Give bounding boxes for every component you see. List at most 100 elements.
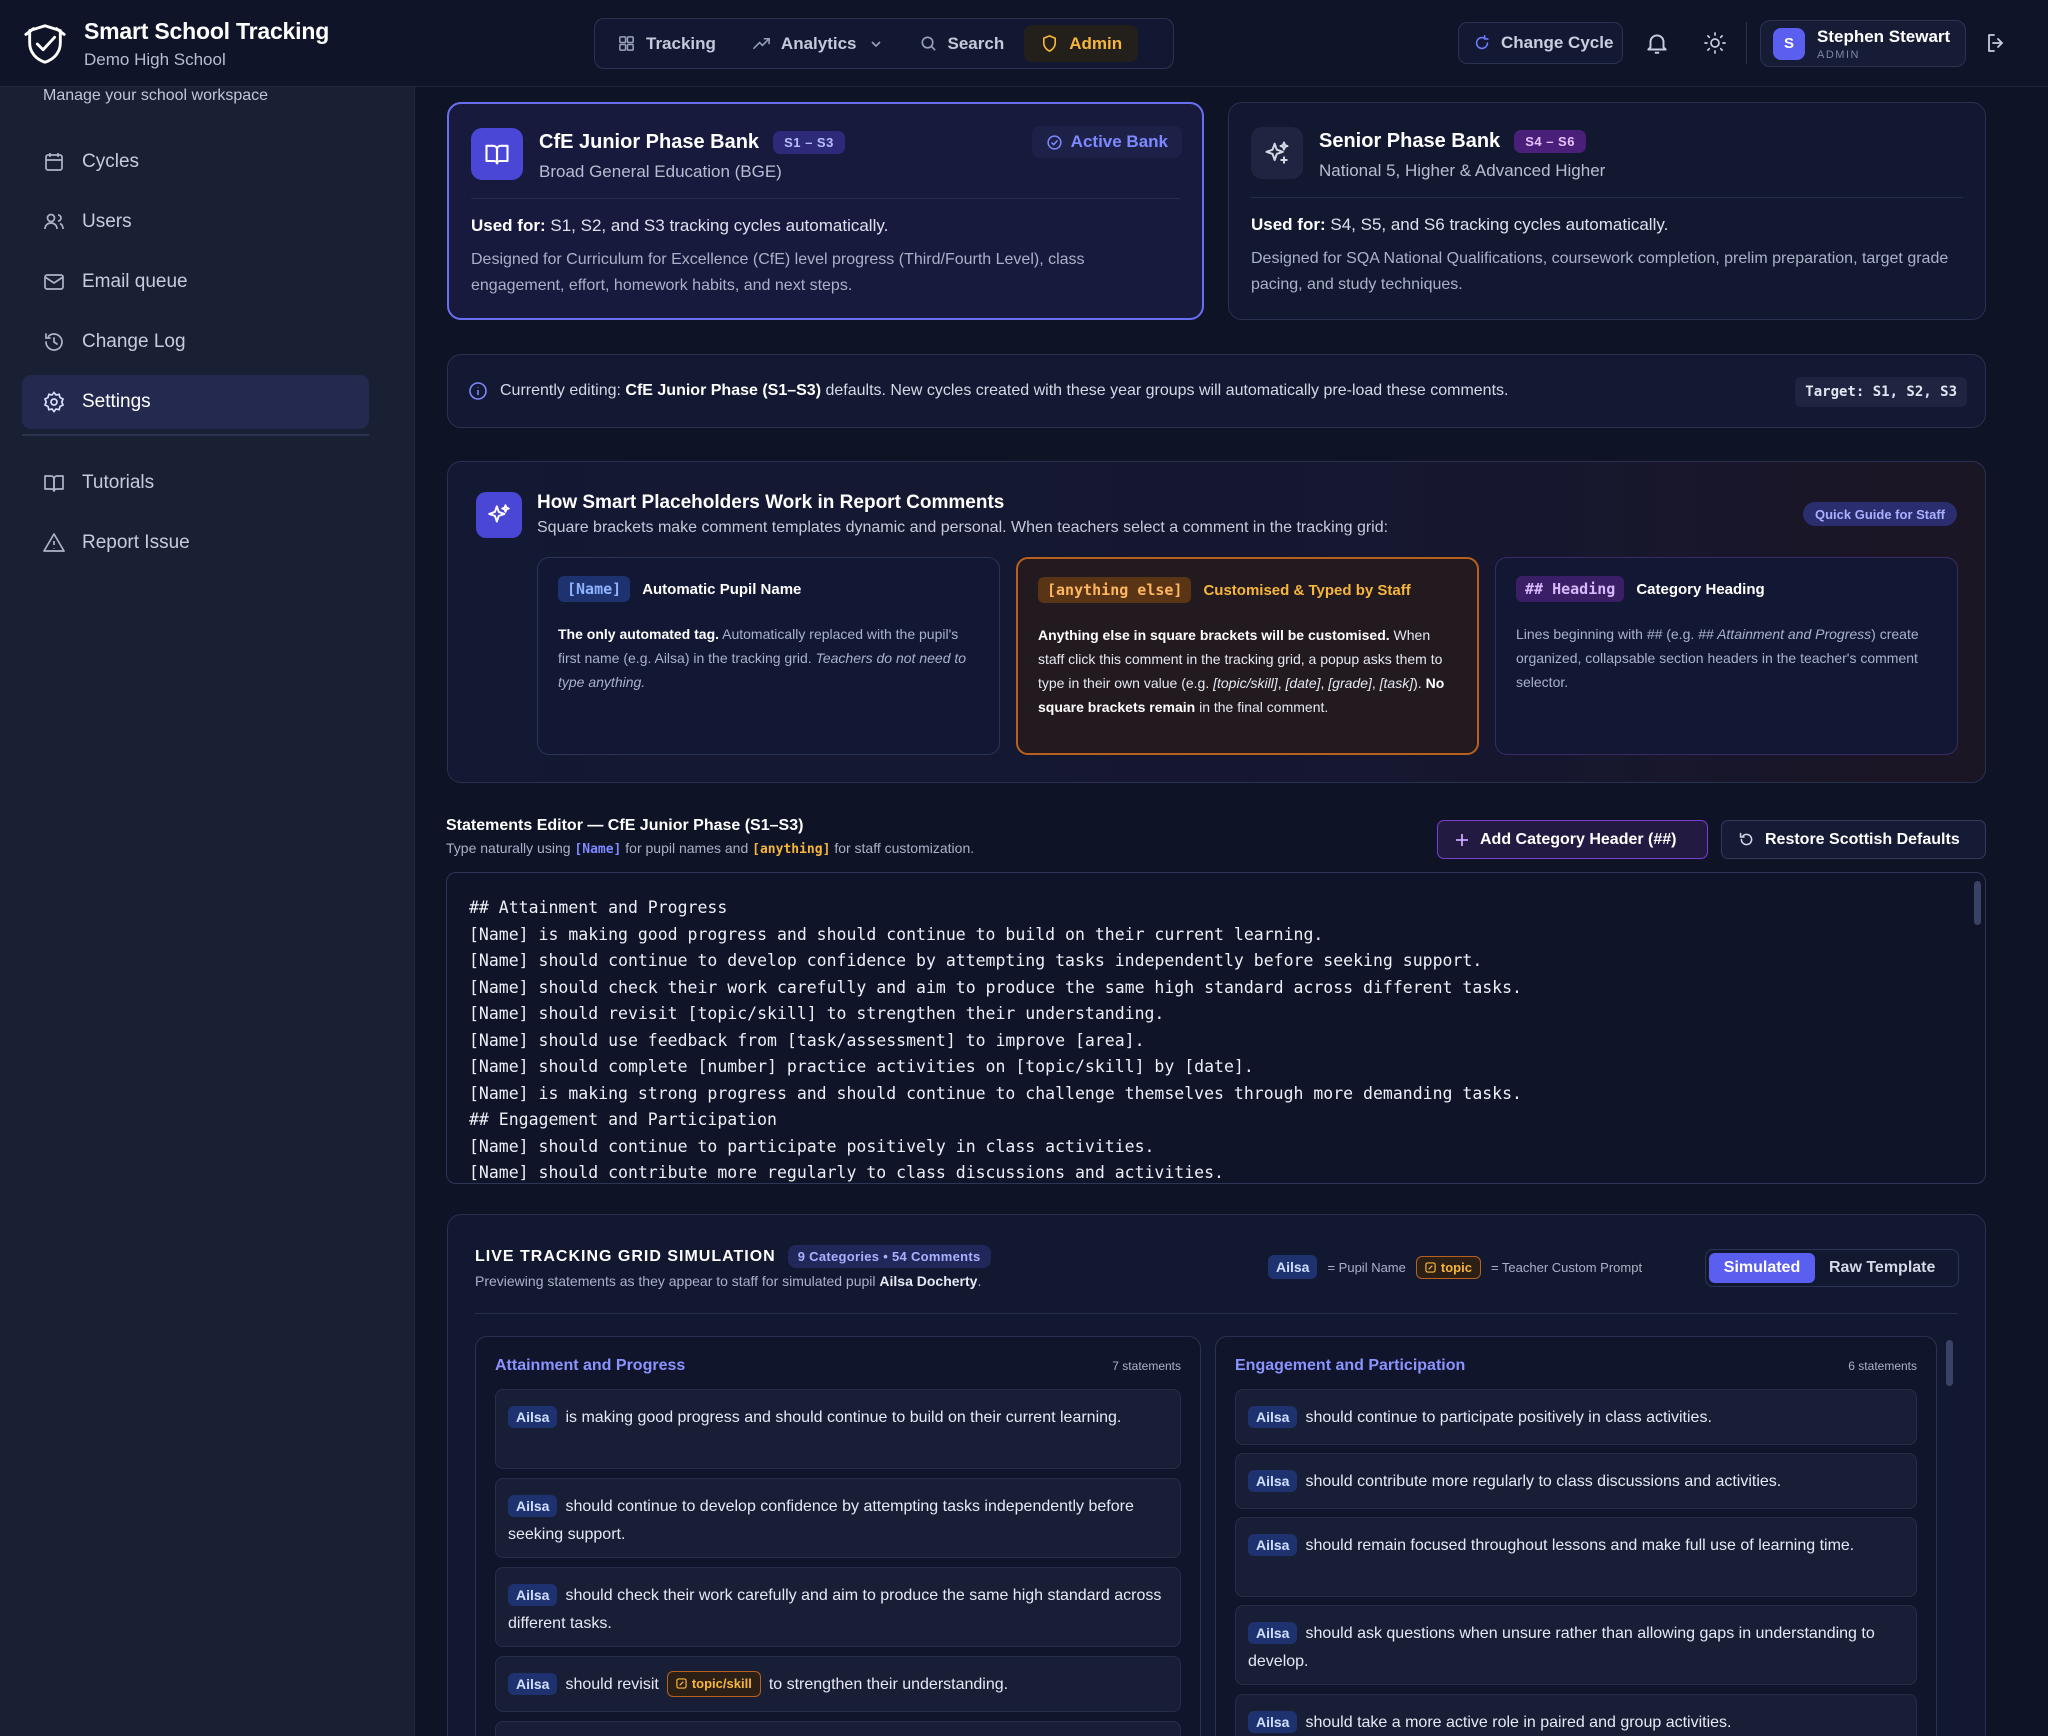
text: in the final comment. bbox=[1195, 699, 1329, 715]
text: . bbox=[977, 1273, 982, 1289]
legend: Ailsa = Pupil Name topic = Teacher Custo… bbox=[1268, 1255, 1642, 1279]
workspace-caption: Manage your school workspace bbox=[43, 87, 269, 104]
user-menu[interactable]: S Stephen Stewart ADMIN bbox=[1760, 20, 1966, 67]
text-italic: [grade] bbox=[1328, 675, 1372, 691]
statement-item[interactable]: Ailsa should continue to participate posi… bbox=[1235, 1389, 1917, 1445]
restore-icon bbox=[1739, 832, 1753, 846]
nav-tracking[interactable]: Tracking bbox=[601, 25, 732, 62]
sidebar-item-users[interactable]: Users bbox=[22, 195, 369, 249]
statement-item[interactable]: Ailsa should revisit topic/skill to strengt… bbox=[495, 1656, 1181, 1712]
avatar: S bbox=[1773, 27, 1805, 60]
editor-line: [Name] should contribute more regularly … bbox=[469, 1163, 1224, 1182]
plus-icon bbox=[1456, 833, 1468, 846]
name-tag: [Name] bbox=[558, 576, 631, 602]
pupil-chip: Ailsa bbox=[508, 1495, 558, 1517]
logout-icon[interactable] bbox=[1984, 31, 2008, 55]
nav-admin-label: Admin bbox=[1069, 33, 1123, 53]
editor-line: [Name] is making strong progress and sho… bbox=[469, 1083, 1522, 1103]
shield-icon bbox=[1043, 35, 1057, 52]
anything-tag: [anything else] bbox=[1038, 577, 1192, 603]
sidebar-item-email-queue[interactable]: Email queue bbox=[22, 255, 369, 309]
statement-item[interactable]: Ailsa should remain focused throughout le… bbox=[1235, 1517, 1917, 1597]
senior-bank-subtitle: National 5, Higher & Advanced Higher bbox=[1319, 161, 1606, 180]
guide-card-heading: ## Heading Category Heading Lines beginni… bbox=[1495, 557, 1958, 755]
guide-card-label: Automatic Pupil Name bbox=[642, 580, 802, 598]
editor-line: ## Attainment and Progress bbox=[469, 898, 728, 917]
text: (e.g. bbox=[1662, 626, 1699, 642]
nav-search-label: Search bbox=[947, 33, 1005, 53]
sun-icon[interactable] bbox=[1703, 31, 1727, 55]
guide-card-body: Lines beginning with ## (e.g. ## Attainm… bbox=[1516, 622, 1937, 694]
statement-text: to strengthen their understanding. bbox=[768, 1676, 1009, 1693]
editor-scrollbar[interactable] bbox=[1974, 881, 1981, 925]
trend-icon bbox=[753, 37, 770, 50]
pupil-chip: Ailsa bbox=[1248, 1470, 1298, 1492]
statement-item[interactable]: Ailsa should take a more active role in p… bbox=[1235, 1694, 1917, 1736]
nav-analytics[interactable]: Analytics bbox=[736, 25, 899, 62]
restore-defaults-button[interactable]: Restore Scottish Defaults bbox=[1721, 820, 1986, 859]
senior-description: Designed for SQA National Qualifications… bbox=[1251, 250, 1949, 293]
school-name: Demo High School bbox=[84, 50, 226, 69]
text-italic: ## bbox=[1646, 626, 1663, 642]
legend-topic-chip: topic bbox=[1415, 1255, 1481, 1279]
raw-template-toggle[interactable]: Raw Template bbox=[1815, 1259, 1935, 1277]
add-category-header-button[interactable]: Add Category Header (##) bbox=[1437, 820, 1708, 859]
pupil-chip: Ailsa bbox=[1248, 1534, 1298, 1556]
sidebar-item-change-log[interactable]: Change Log bbox=[22, 315, 369, 369]
simulation-title: LIVE TRACKING GRID SIMULATION bbox=[475, 1247, 776, 1265]
editing-phase: CfE Junior Phase (S1–S3) bbox=[625, 382, 822, 399]
editor-subtitle: Type naturally using [Name] for pupil na… bbox=[446, 840, 974, 857]
editor-title: Statements Editor — CfE Junior Phase (S1… bbox=[446, 817, 804, 834]
nav-admin[interactable]: Admin bbox=[1024, 25, 1139, 62]
sidebar-divider bbox=[22, 434, 369, 436]
topic-chip[interactable]: topic/skill bbox=[666, 1670, 761, 1697]
guide-card-label: Customised & Typed by Staff bbox=[1203, 581, 1411, 599]
statement-item[interactable]: Ailsa should ask questions when unsure ra… bbox=[1235, 1605, 1917, 1685]
divider bbox=[475, 1313, 1958, 1314]
anything-token: [anything] bbox=[752, 842, 831, 857]
text-italic: ## Attainment and Progress bbox=[1698, 626, 1872, 642]
pupil-chip: Ailsa bbox=[1248, 1406, 1298, 1428]
guide-card-body: Anything else in square brackets will be… bbox=[1038, 623, 1457, 719]
change-cycle-label: Change Cycle bbox=[1501, 33, 1614, 52]
sidebar-item-cycles[interactable]: Cycles bbox=[22, 135, 369, 189]
statements-textarea[interactable]: ## Attainment and Progress [Name] is mak… bbox=[446, 872, 1986, 1184]
heading-tag: ## Heading bbox=[1516, 576, 1625, 602]
sidebar-item-settings[interactable]: Settings bbox=[22, 375, 369, 429]
pupil-chip: Ailsa bbox=[508, 1584, 558, 1606]
divider bbox=[1251, 197, 1963, 198]
simulated-toggle[interactable]: Simulated bbox=[1709, 1253, 1815, 1283]
junior-bank-card[interactable]: CfE Junior Phase Bank S1 – S3 Broad Gene… bbox=[447, 102, 1204, 320]
editor-line: ## Engagement and Participation bbox=[469, 1110, 777, 1129]
sidebar-item-report-issue[interactable]: Report Issue bbox=[22, 516, 369, 570]
shield-check-logo-icon bbox=[24, 24, 66, 64]
name-token: [Name] bbox=[574, 842, 622, 857]
text: Previewing statements as they appear to … bbox=[475, 1273, 876, 1289]
editor-line: [Name] should use feedback from [task/as… bbox=[469, 1030, 1145, 1050]
refresh-icon bbox=[1475, 34, 1489, 50]
calendar-icon bbox=[45, 153, 63, 171]
brand[interactable]: Smart School Tracking Demo High School bbox=[22, 18, 329, 70]
senior-bank-card[interactable]: Senior Phase Bank S4 – S6 National 5, Hi… bbox=[1228, 102, 1986, 320]
nav-search[interactable]: Search bbox=[903, 25, 1021, 62]
change-cycle-button[interactable]: Change Cycle bbox=[1458, 22, 1623, 64]
statement-count: 6 statements bbox=[1848, 1359, 1917, 1373]
statement-item[interactable]: Ailsa should contribute more regularly to… bbox=[1235, 1453, 1917, 1509]
statement-item[interactable]: Ailsa should check their work carefully a… bbox=[495, 1567, 1181, 1647]
statement-item[interactable]: Ailsa should continue to develop confiden… bbox=[495, 1478, 1181, 1558]
statement-item[interactable] bbox=[495, 1721, 1181, 1736]
used-for-label: Used for: bbox=[471, 216, 546, 235]
statement-text: should ask questions when unsure rather … bbox=[1248, 1625, 1875, 1670]
junior-used-for: Used for: S1, S2, and S3 tracking cycles… bbox=[471, 216, 888, 236]
sidebar-item-label: Email queue bbox=[82, 271, 188, 292]
pupil-chip: Ailsa bbox=[508, 1406, 558, 1428]
sidebar-item-tutorials[interactable]: Tutorials bbox=[22, 456, 369, 510]
pupil-chip: Ailsa bbox=[508, 1673, 558, 1695]
statement-item[interactable]: Ailsa is making good progress and should … bbox=[495, 1389, 1181, 1469]
add-category-label: Add Category Header (##) bbox=[1480, 830, 1677, 848]
text-bold: The only automated tag. bbox=[558, 626, 720, 642]
bell-icon[interactable] bbox=[1644, 30, 1670, 56]
column-scrollbar[interactable] bbox=[1946, 1340, 1953, 1386]
active-bank-label: Active Bank bbox=[1070, 132, 1168, 151]
legend-name-text: = Pupil Name bbox=[1327, 1259, 1406, 1275]
